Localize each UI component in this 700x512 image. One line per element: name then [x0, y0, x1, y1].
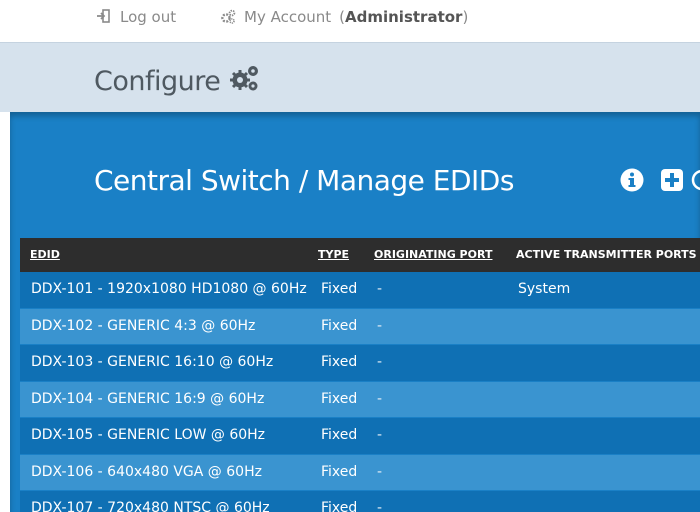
info-icon[interactable]	[620, 168, 644, 192]
edid-cell: DDX-106 - 640x480 VGA @ 60Hz	[31, 463, 262, 480]
logout-link[interactable]: Log out	[96, 8, 176, 26]
logout-label: Log out	[120, 8, 177, 26]
logout-icon	[96, 9, 112, 25]
configure-heading: Configure	[94, 63, 262, 100]
port-cell: -	[377, 281, 383, 297]
top-bar: Log out My Account (Administrator)	[0, 0, 700, 42]
active-ports-cell: System	[518, 281, 571, 297]
edid-table: EDID TYPE ORIGINATING PORT ACTIVE TRANSM…	[20, 238, 700, 512]
column-header-active-transmitter-ports: ACTIVE TRANSMITTER PORTS	[516, 248, 697, 261]
main-panel: Central Switch / Manage EDIDs EDID TYPE …	[10, 112, 700, 512]
panel-actions	[620, 168, 684, 192]
configure-band: Configure	[0, 42, 700, 112]
gears-icon	[220, 9, 236, 25]
port-cell: -	[377, 427, 383, 443]
edid-cell: DDX-107 - 720x480 NTSC @ 60Hz	[31, 500, 270, 512]
my-account-link[interactable]: My Account (Administrator)	[220, 8, 468, 26]
type-cell: Fixed	[321, 317, 358, 334]
edid-cell: DDX-103 - GENERIC 16:10 @ 60Hz	[31, 354, 274, 370]
table-header: EDID TYPE ORIGINATING PORT ACTIVE TRANSM…	[20, 238, 700, 272]
type-cell: Fixed	[321, 281, 358, 297]
table-body: DDX-101 - 1920x1080 HD1080 @ 60Hz Fixed …	[20, 272, 700, 512]
type-cell: Fixed	[321, 390, 358, 407]
column-header-type[interactable]: TYPE	[318, 248, 349, 261]
port-cell: -	[377, 500, 383, 512]
port-cell: -	[377, 463, 383, 480]
port-cell: -	[377, 354, 383, 370]
edid-cell: DDX-104 - GENERIC 16:9 @ 60Hz	[31, 390, 265, 407]
page-title: Central Switch / Manage EDIDs	[94, 164, 514, 197]
port-cell: -	[377, 390, 383, 407]
table-row[interactable]: DDX-106 - 640x480 VGA @ 60Hz Fixed -	[20, 454, 700, 491]
column-header-originating-port[interactable]: ORIGINATING PORT	[374, 248, 492, 261]
table-row[interactable]: DDX-104 - GENERIC 16:9 @ 60Hz Fixed -	[20, 381, 700, 418]
type-cell: Fixed	[321, 427, 358, 443]
edid-cell: DDX-101 - 1920x1080 HD1080 @ 60Hz	[31, 281, 307, 297]
table-row[interactable]: DDX-103 - GENERIC 16:10 @ 60Hz Fixed -	[20, 345, 700, 382]
configure-title: Configure	[94, 66, 221, 97]
edid-cell: DDX-105 - GENERIC LOW @ 60Hz	[31, 427, 266, 443]
table-row[interactable]: DDX-107 - 720x480 NTSC @ 60Hz Fixed -	[20, 491, 700, 512]
table-row[interactable]: DDX-105 - GENERIC LOW @ 60Hz Fixed -	[20, 418, 700, 455]
port-cell: -	[377, 317, 383, 334]
table-row[interactable]: DDX-102 - GENERIC 4:3 @ 60Hz Fixed -	[20, 308, 700, 345]
type-cell: Fixed	[321, 500, 358, 512]
edid-cell: DDX-102 - GENERIC 4:3 @ 60Hz	[31, 317, 256, 334]
table-row[interactable]: DDX-101 - 1920x1080 HD1080 @ 60Hz Fixed …	[20, 272, 700, 309]
type-cell: Fixed	[321, 354, 358, 370]
overflow-action-icon[interactable]	[690, 169, 700, 191]
my-account-label: My Account	[244, 8, 332, 26]
gears-icon	[228, 63, 262, 100]
type-cell: Fixed	[321, 463, 358, 480]
plus-icon[interactable]	[660, 168, 684, 192]
account-role: (Administrator)	[339, 8, 469, 26]
column-header-edid[interactable]: EDID	[30, 248, 60, 261]
